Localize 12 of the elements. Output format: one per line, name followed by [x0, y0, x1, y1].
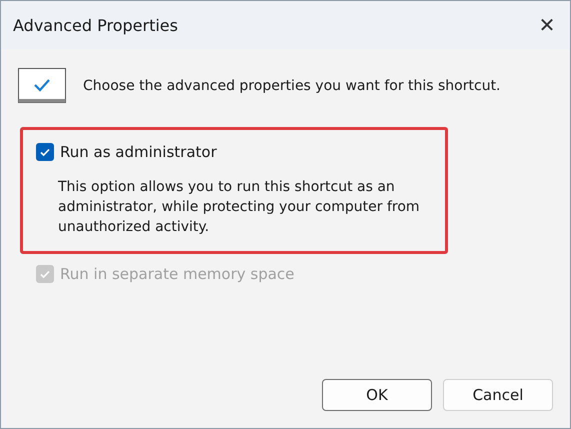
ok-button[interactable]: OK: [322, 379, 432, 411]
cancel-button[interactable]: Cancel: [443, 379, 553, 411]
checkmark-icon: [39, 268, 51, 280]
option-description: This option allows you to run this shortcut as an administrator, while protecting your computer from unauthorized activity.: [58, 178, 421, 237]
close-button[interactable]: ✕: [524, 2, 570, 48]
window-title: Advanced Properties: [13, 16, 178, 34]
checkmark-icon: [39, 146, 51, 158]
checkbox-label: Run in separate memory space: [60, 265, 294, 283]
checkbox[interactable]: [36, 143, 54, 161]
intro-text: Choose the advanced properties you want for this shortcut.: [83, 76, 501, 96]
checkmark-icon: [18, 68, 66, 103]
checkbox-label: Run as administrator: [60, 143, 217, 161]
